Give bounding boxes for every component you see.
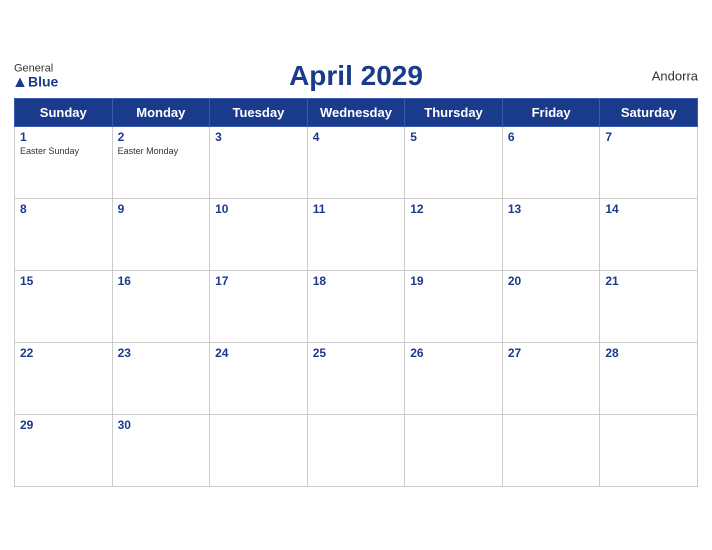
day-number: 13: [508, 202, 595, 216]
day-number: 9: [118, 202, 205, 216]
day-cell-1-1: 9: [112, 198, 210, 270]
header-tuesday: Tuesday: [210, 98, 308, 126]
day-number: 29: [20, 418, 107, 432]
day-number: 5: [410, 130, 497, 144]
day-number: 7: [605, 130, 692, 144]
day-cell-2-1: 16: [112, 270, 210, 342]
logo-icon: [14, 76, 26, 88]
day-cell-4-1: 30: [112, 414, 210, 486]
logo: General Blue: [14, 62, 58, 89]
day-cell-4-4: [405, 414, 503, 486]
calendar-table: Sunday Monday Tuesday Wednesday Thursday…: [14, 98, 698, 487]
weekday-header-row: Sunday Monday Tuesday Wednesday Thursday…: [15, 98, 698, 126]
day-number: 23: [118, 346, 205, 360]
day-cell-1-2: 10: [210, 198, 308, 270]
day-number: 10: [215, 202, 302, 216]
header-saturday: Saturday: [600, 98, 698, 126]
day-cell-3-6: 28: [600, 342, 698, 414]
day-cell-0-6: 7: [600, 126, 698, 198]
day-number: 2: [118, 130, 205, 144]
day-number: 26: [410, 346, 497, 360]
header-friday: Friday: [502, 98, 600, 126]
day-number: 25: [313, 346, 400, 360]
day-cell-0-0: 1 Easter Sunday: [15, 126, 113, 198]
day-cell-1-5: 13: [502, 198, 600, 270]
day-cell-0-1: 2 Easter Monday: [112, 126, 210, 198]
day-cell-3-5: 27: [502, 342, 600, 414]
day-number: 15: [20, 274, 107, 288]
day-cell-1-4: 12: [405, 198, 503, 270]
day-cell-2-0: 15: [15, 270, 113, 342]
day-cell-2-2: 17: [210, 270, 308, 342]
day-cell-4-0: 29: [15, 414, 113, 486]
week-row-2: 89 10 11 12 13 14: [15, 198, 698, 270]
day-number: 11: [313, 202, 400, 216]
day-number: 28: [605, 346, 692, 360]
day-cell-2-6: 21: [600, 270, 698, 342]
day-number: 19: [410, 274, 497, 288]
day-number: 22: [20, 346, 107, 360]
header-sunday: Sunday: [15, 98, 113, 126]
day-cell-4-5: [502, 414, 600, 486]
header-wednesday: Wednesday: [307, 98, 405, 126]
day-cell-0-3: 4: [307, 126, 405, 198]
week-row-4: 22 23 24 25 26 27 28: [15, 342, 698, 414]
calendar-body: 1 Easter Sunday 2 Easter Monday 34567 89 10 11 1…: [15, 126, 698, 486]
calendar-wrapper: General Blue April 2029 Andorra Sunday M…: [0, 50, 712, 501]
day-number: 24: [215, 346, 302, 360]
holiday-label: Easter Sunday: [20, 146, 107, 156]
day-cell-4-3: [307, 414, 405, 486]
week-row-1: 1 Easter Sunday 2 Easter Monday 34567: [15, 126, 698, 198]
header-monday: Monday: [112, 98, 210, 126]
day-cell-2-5: 20: [502, 270, 600, 342]
day-number: 20: [508, 274, 595, 288]
week-row-5: 29 30: [15, 414, 698, 486]
day-cell-3-0: 22: [15, 342, 113, 414]
day-number: 18: [313, 274, 400, 288]
day-cell-4-2: [210, 414, 308, 486]
day-cell-4-6: [600, 414, 698, 486]
day-cell-3-2: 24: [210, 342, 308, 414]
day-number: 4: [313, 130, 400, 144]
day-number: 16: [118, 274, 205, 288]
day-number: 17: [215, 274, 302, 288]
day-cell-3-1: 23: [112, 342, 210, 414]
day-cell-0-2: 3: [210, 126, 308, 198]
day-number: 8: [20, 202, 107, 216]
calendar-title: April 2029: [289, 60, 423, 92]
day-number: 1: [20, 130, 107, 144]
day-cell-0-5: 6: [502, 126, 600, 198]
day-number: 6: [508, 130, 595, 144]
day-cell-1-3: 11: [307, 198, 405, 270]
week-row-3: 15 16 17 18 19 20 21: [15, 270, 698, 342]
day-number: 21: [605, 274, 692, 288]
calendar-header: General Blue April 2029 Andorra: [14, 60, 698, 92]
day-number: 3: [215, 130, 302, 144]
day-cell-3-3: 25: [307, 342, 405, 414]
day-cell-1-0: 8: [15, 198, 113, 270]
region-label: Andorra: [652, 68, 698, 83]
logo-blue-text: Blue: [14, 74, 58, 89]
header-thursday: Thursday: [405, 98, 503, 126]
day-cell-0-4: 5: [405, 126, 503, 198]
day-cell-1-6: 14: [600, 198, 698, 270]
holiday-label: Easter Monday: [118, 146, 205, 156]
day-cell-2-3: 18: [307, 270, 405, 342]
day-number: 12: [410, 202, 497, 216]
day-number: 30: [118, 418, 205, 432]
day-number: 14: [605, 202, 692, 216]
day-number: 27: [508, 346, 595, 360]
day-cell-2-4: 19: [405, 270, 503, 342]
day-cell-3-4: 26: [405, 342, 503, 414]
